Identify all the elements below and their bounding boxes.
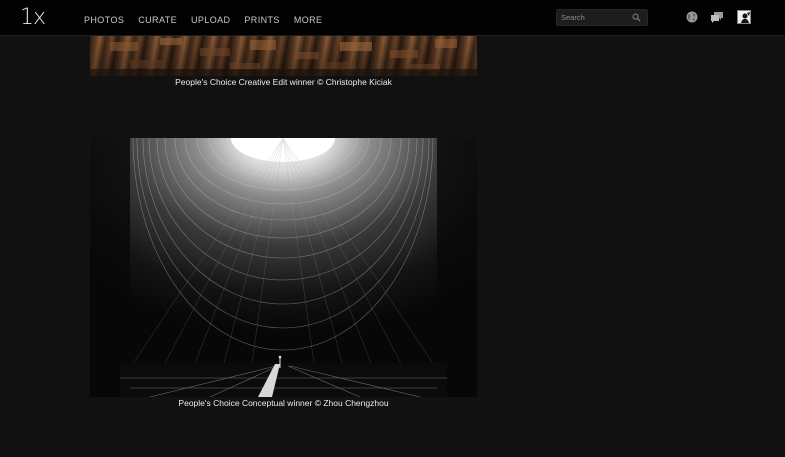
chat-icon[interactable] <box>710 11 724 23</box>
avatar-image <box>738 11 750 23</box>
photo-caption: People's Choice Conceptual winner © Zhou… <box>178 398 389 408</box>
site-logo[interactable]: 1x <box>20 6 46 30</box>
search-icon[interactable] <box>632 13 641 22</box>
search-input[interactable] <box>561 11 631 24</box>
globe-icon[interactable] <box>686 11 698 23</box>
photo-caption: People's Choice Creative Edit winner © C… <box>175 77 392 87</box>
nav-prints[interactable]: PRINTS <box>244 14 279 26</box>
nav-more[interactable]: MORE <box>294 14 323 26</box>
avatar[interactable] <box>737 10 751 24</box>
photo-conceptual-image <box>90 138 477 397</box>
photo-creative-edit-image <box>90 38 477 76</box>
nav-upload[interactable]: UPLOAD <box>191 14 230 26</box>
search-box <box>556 9 648 26</box>
photo-conceptual[interactable] <box>90 138 477 397</box>
main-nav: PHOTOS CURATE UPLOAD PRINTS MORE <box>84 14 322 26</box>
nav-photos[interactable]: PHOTOS <box>84 14 124 26</box>
photo-creative-edit[interactable] <box>90 36 477 76</box>
nav-curate[interactable]: CURATE <box>138 14 177 26</box>
top-navigation-bar: 1x PHOTOS CURATE UPLOAD PRINTS MORE <box>0 0 785 36</box>
